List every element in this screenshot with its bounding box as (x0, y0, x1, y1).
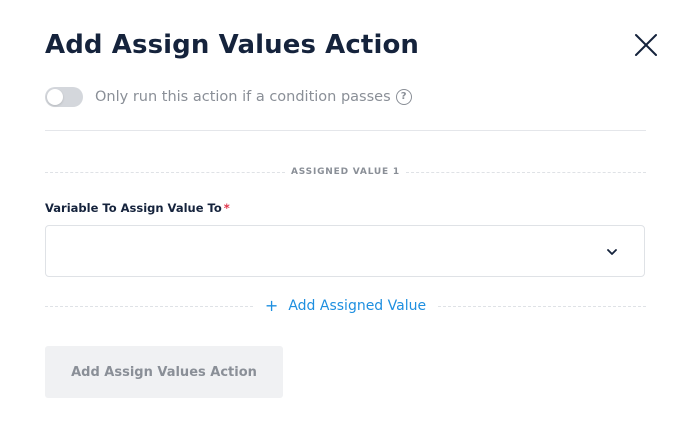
add-assigned-value-button[interactable]: + Add Assigned Value (253, 296, 438, 315)
condition-toggle[interactable] (45, 87, 83, 107)
condition-label: Only run this action if a condition pass… (95, 89, 391, 105)
close-button[interactable] (632, 31, 660, 59)
help-icon[interactable]: ? (395, 89, 412, 105)
dashed-line-right (405, 171, 646, 173)
dashed-line-left (45, 171, 286, 173)
chevron-down-icon (607, 249, 617, 255)
condition-row: Only run this action if a condition pass… (45, 86, 412, 108)
dashed-line-right (438, 305, 647, 307)
add-assign-values-modal: Add Assign Values Action Only run this a… (0, 0, 686, 442)
dashed-line-left (45, 305, 253, 307)
variable-select[interactable] (45, 225, 645, 277)
add-assigned-value-row: + Add Assigned Value (45, 296, 647, 316)
required-marker: * (223, 201, 230, 215)
variable-field-label-text: Variable To Assign Value To (45, 201, 222, 215)
section-label: ASSIGNED VALUE 1 (291, 167, 400, 177)
divider (45, 130, 646, 131)
modal-title: Add Assign Values Action (45, 30, 420, 60)
variable-field-label: Variable To Assign Value To * (45, 201, 230, 215)
plus-icon: + (264, 296, 279, 315)
close-icon (635, 34, 657, 56)
add-assigned-value-label: Add Assigned Value (288, 298, 427, 314)
section-divider: ASSIGNED VALUE 1 (45, 165, 646, 179)
add-assign-values-action-button[interactable]: Add Assign Values Action (45, 346, 283, 398)
toggle-knob (47, 89, 63, 105)
